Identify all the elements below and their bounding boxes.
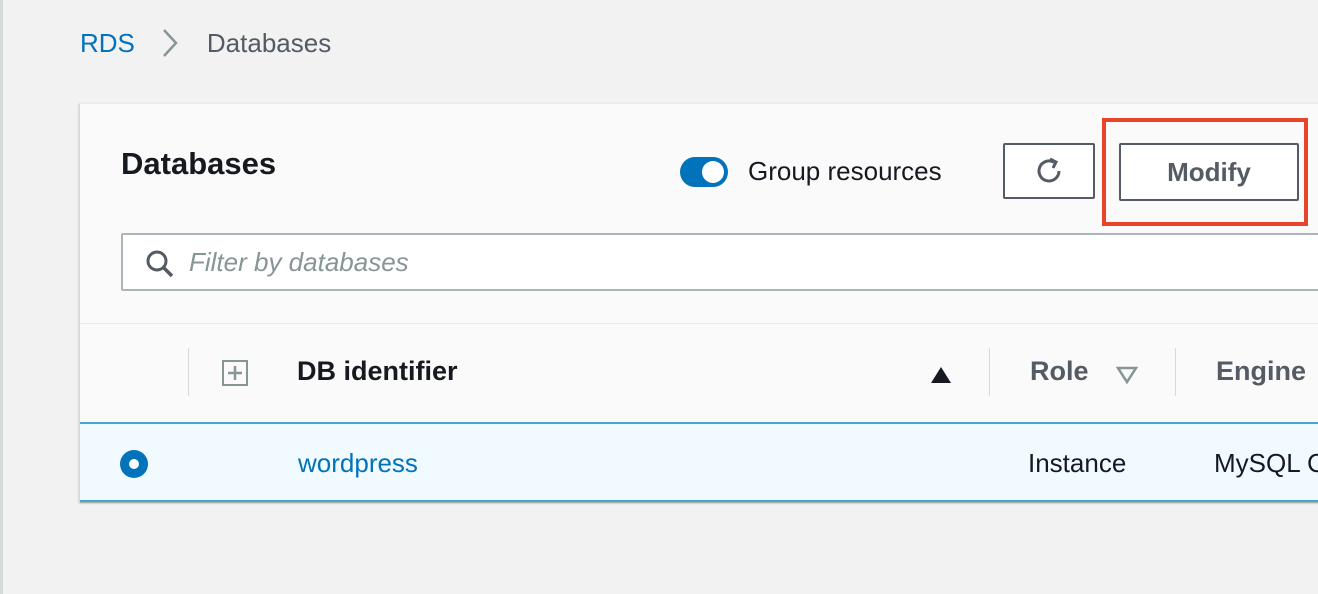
plus-icon: [228, 366, 242, 380]
column-divider: [188, 348, 189, 396]
modify-button[interactable]: Modify: [1119, 143, 1299, 201]
group-resources-label: Group resources: [748, 156, 942, 186]
db-identifier-link[interactable]: wordpress: [298, 448, 418, 479]
left-edge-divider: [0, 0, 3, 594]
rds-databases-page: RDS Databases Databases Group resources: [0, 0, 1318, 594]
databases-panel: Databases Group resources Modify Filter …: [79, 103, 1318, 502]
filter-input[interactable]: [189, 235, 1289, 289]
page-title: Databases: [121, 146, 277, 181]
column-header-db-identifier[interactable]: DB identifier: [297, 356, 458, 387]
sort-ascending-icon[interactable]: [930, 366, 952, 384]
breadcrumb: RDS Databases: [80, 26, 331, 60]
toggle-switch[interactable]: [680, 156, 728, 187]
toggle-knob: [702, 160, 724, 183]
refresh-icon: [1037, 157, 1061, 183]
search-icon: [146, 250, 174, 278]
filter-box: [121, 233, 1318, 291]
chevron-right-icon: [149, 26, 193, 60]
column-divider: [1175, 348, 1176, 396]
engine-cell: MySQL C: [1214, 448, 1318, 478]
breadcrumb-current: Databases: [206, 27, 332, 58]
column-divider: [989, 348, 990, 396]
role-cell: Instance: [1028, 448, 1127, 478]
sort-descending-icon[interactable]: [1116, 366, 1138, 384]
table-header: DB identifier Role Engine: [80, 324, 1318, 424]
breadcrumb-rds-link[interactable]: RDS: [80, 28, 135, 59]
row-select-radio[interactable]: [120, 450, 148, 478]
table-row[interactable]: wordpress Instance MySQL C: [80, 424, 1318, 502]
column-header-engine[interactable]: Engine: [1216, 356, 1306, 387]
panel-header: Databases Group resources Modify: [80, 104, 1318, 324]
group-resources-toggle[interactable]: Group resources: [680, 156, 942, 187]
column-header-role[interactable]: Role: [1030, 356, 1089, 387]
refresh-button[interactable]: [1003, 143, 1095, 199]
expand-all-button[interactable]: [222, 360, 248, 386]
